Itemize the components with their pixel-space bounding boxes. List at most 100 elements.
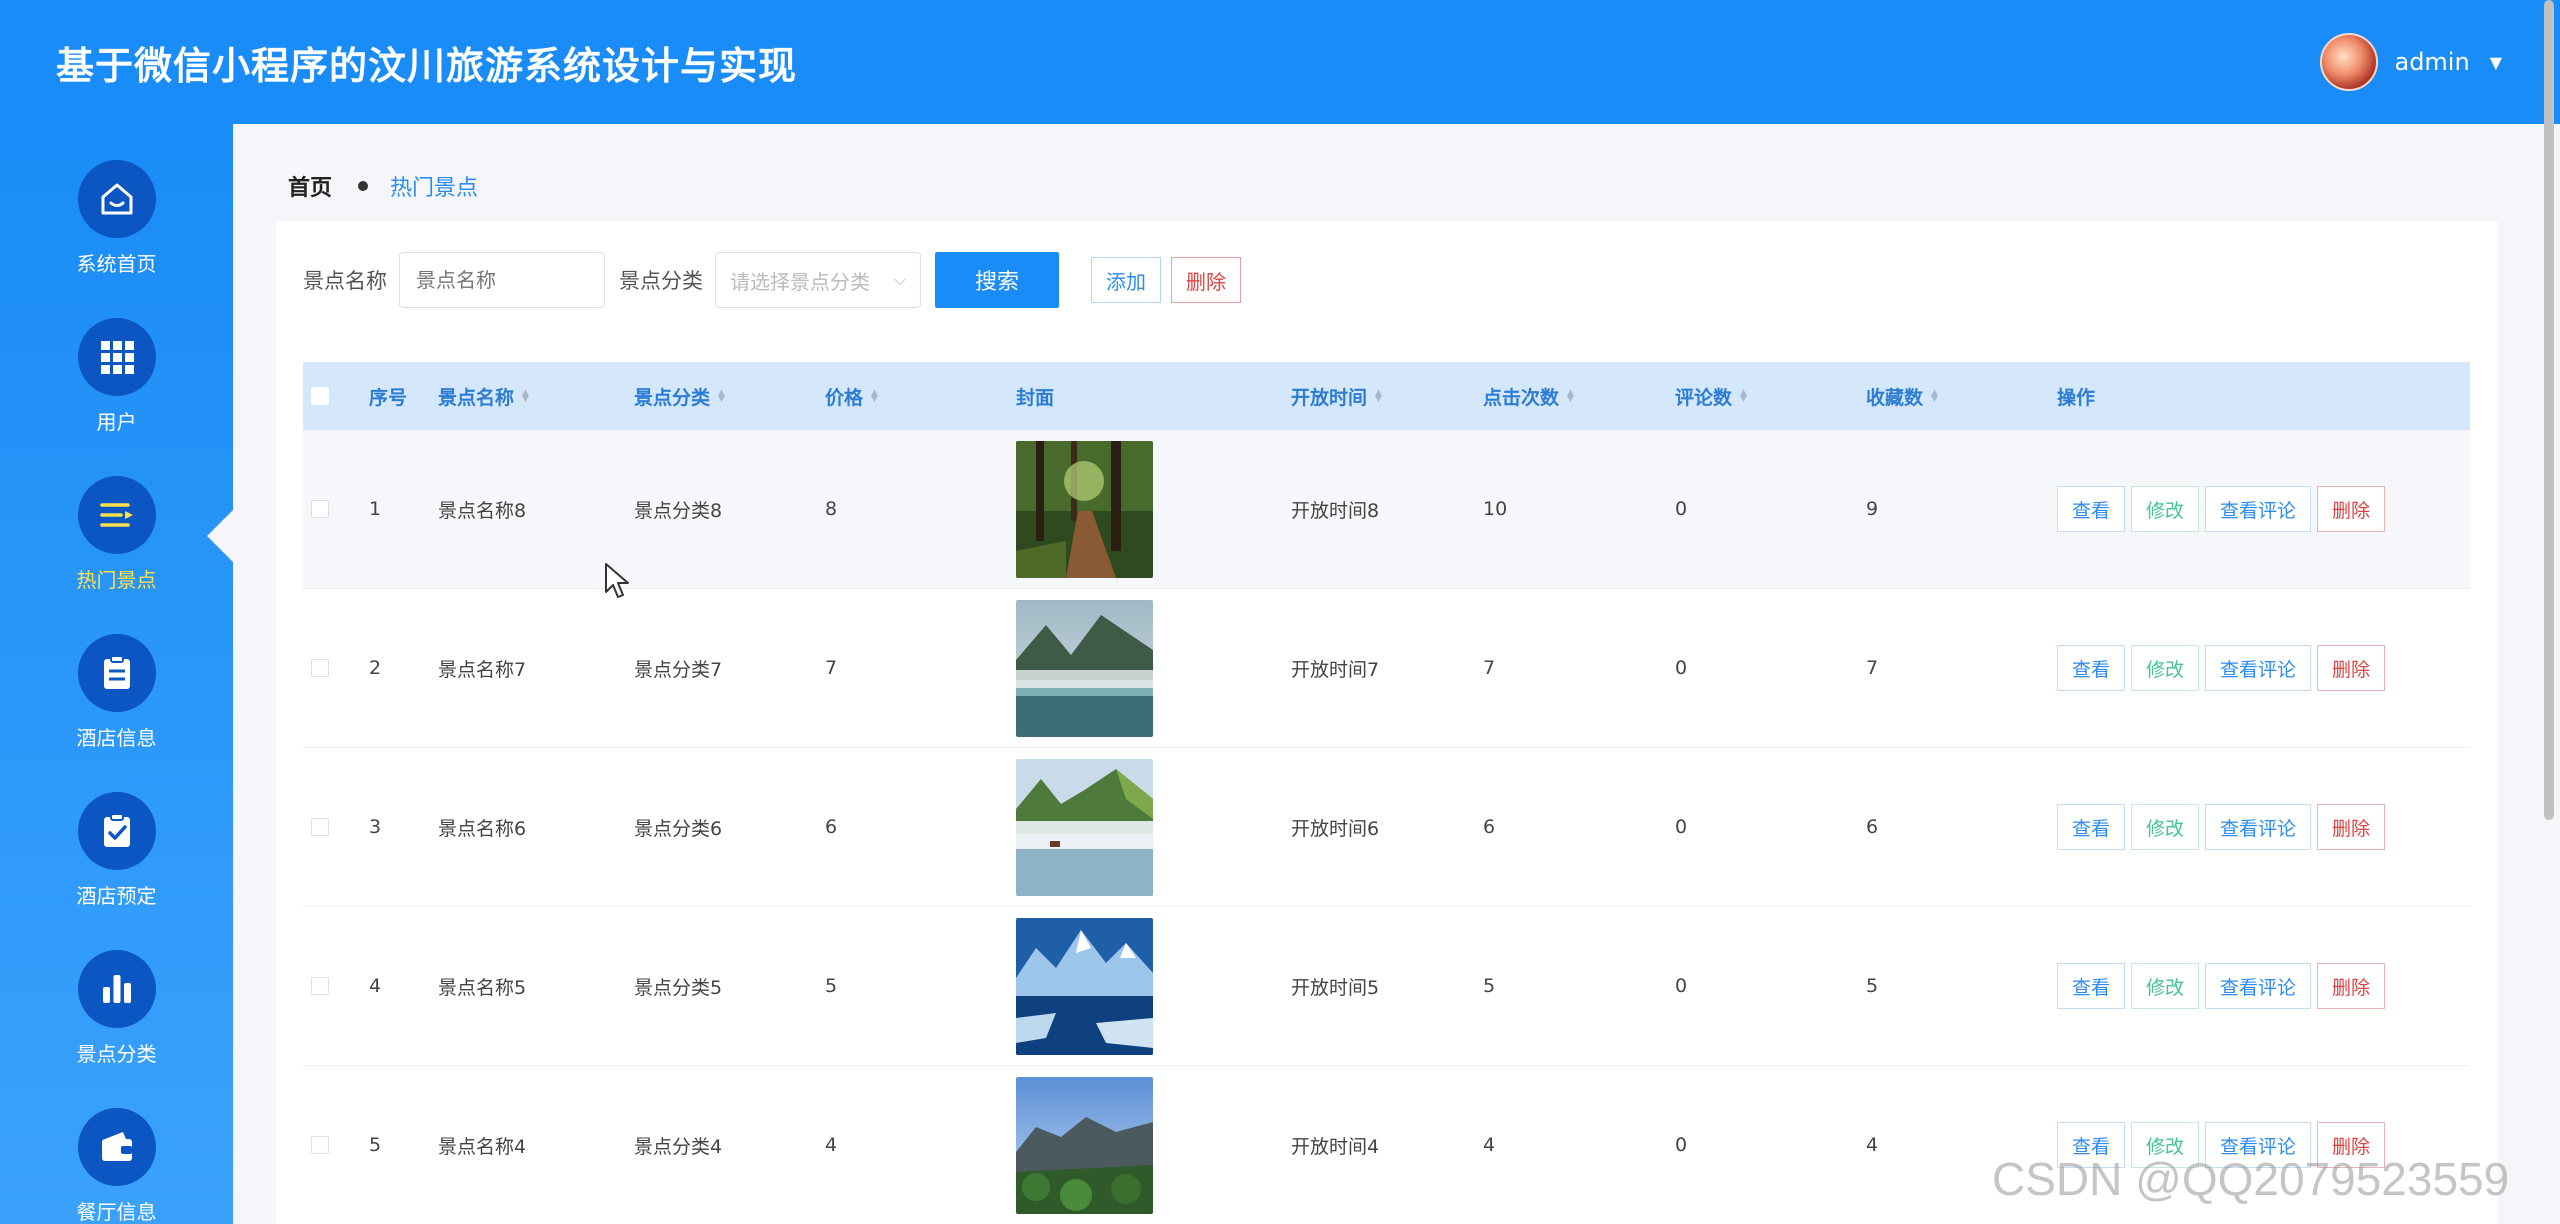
row-checkbox[interactable]	[311, 977, 329, 995]
cover-image[interactable]	[1016, 917, 1153, 1055]
spot-category-label: 景点分类	[619, 269, 703, 293]
row-select[interactable]	[303, 500, 369, 518]
row-clicks: 10	[1483, 498, 1508, 520]
edit-button[interactable]: 修改	[2131, 645, 2200, 691]
sort-icon[interactable]: ▲ ▼	[871, 389, 878, 404]
row-name: 景点名称7	[438, 658, 527, 681]
col-favorites[interactable]: 收藏数 ▲ ▼	[1866, 383, 2057, 410]
sidebar-item-label: 用户	[96, 410, 137, 434]
col-clicks[interactable]: 点击次数 ▲ ▼	[1483, 383, 1675, 410]
edit-button[interactable]: 修改	[2131, 486, 2200, 532]
row-checkbox[interactable]	[311, 818, 329, 836]
row-index: 3	[369, 816, 382, 838]
row-cover	[1016, 440, 1291, 578]
sort-icon[interactable]: ▲ ▼	[1567, 389, 1574, 404]
col-category[interactable]: 景点分类 ▲ ▼	[634, 383, 825, 410]
delete-button[interactable]: 删除	[2317, 963, 2386, 1009]
view-button[interactable]: 查看	[2057, 804, 2126, 850]
view-button[interactable]: 查看	[2057, 963, 2126, 1009]
edit-button[interactable]: 修改	[2131, 963, 2200, 1009]
header-select-all[interactable]	[303, 387, 369, 405]
sort-icon[interactable]: ▲ ▼	[718, 389, 725, 404]
spot-name-input[interactable]	[399, 252, 605, 308]
sidebar-item-hotel-booking[interactable]: 酒店预定	[0, 756, 233, 914]
grid-icon	[77, 318, 156, 396]
row-comments: 0	[1675, 498, 1688, 520]
row-checkbox[interactable]	[311, 659, 329, 677]
delete-button[interactable]: 删除	[2317, 486, 2386, 532]
delete-button[interactable]: 删除	[2317, 804, 2386, 850]
row-name: 景点名称8	[438, 499, 527, 522]
row-open-time: 开放时间4	[1291, 1135, 1380, 1158]
mouse-cursor-icon	[605, 563, 629, 598]
col-comments-label: 评论数	[1675, 386, 1733, 409]
row-open-time: 开放时间8	[1291, 499, 1380, 522]
row-checkbox[interactable]	[311, 500, 329, 518]
row-name: 景点名称6	[438, 817, 527, 840]
sidebar-item-hot-spots[interactable]: 热门景点	[0, 440, 233, 598]
sidebar-item-home[interactable]: 系统首页	[0, 124, 233, 282]
sidebar-item-label: 系统首页	[76, 252, 157, 276]
sidebar-item-restaurant-info[interactable]: 餐厅信息	[0, 1072, 233, 1224]
view-comments-button[interactable]: 查看评论	[2205, 486, 2312, 532]
row-price: 5	[825, 975, 838, 997]
sidebar-item-spot-category[interactable]: 景点分类	[0, 914, 233, 1072]
sort-icon[interactable]: ▲ ▼	[1931, 389, 1938, 404]
select-all-checkbox[interactable]	[311, 387, 329, 405]
search-button[interactable]: 搜索	[935, 252, 1059, 308]
home-icon	[77, 160, 156, 238]
row-checkbox[interactable]	[311, 1136, 329, 1154]
row-category: 景点分类6	[634, 817, 723, 840]
row-cover	[1016, 917, 1291, 1055]
cover-image[interactable]	[1016, 599, 1153, 737]
col-price[interactable]: 价格 ▲ ▼	[825, 383, 1016, 410]
row-actions: 查看 修改 查看评论 删除	[2057, 486, 2457, 532]
sidebar-item-users[interactable]: 用户	[0, 282, 233, 440]
row-comments: 0	[1675, 975, 1688, 997]
page-scrollbar[interactable]	[2544, 0, 2554, 820]
row-category: 景点分类5	[634, 976, 723, 999]
row-clicks: 6	[1483, 816, 1496, 838]
col-open-time[interactable]: 开放时间 ▲ ▼	[1291, 383, 1483, 410]
row-select[interactable]	[303, 1136, 369, 1154]
delete-button[interactable]: 删除	[2317, 645, 2386, 691]
row-select[interactable]	[303, 977, 369, 995]
view-comments-button[interactable]: 查看评论	[2205, 804, 2312, 850]
username[interactable]: admin	[2394, 48, 2469, 76]
col-price-label: 价格	[825, 386, 864, 409]
sort-icon[interactable]: ▲ ▼	[1375, 389, 1382, 404]
row-select[interactable]	[303, 659, 369, 677]
spot-name-label: 景点名称	[303, 269, 387, 293]
breadcrumb-home[interactable]: 首页	[288, 170, 332, 202]
row-clicks: 5	[1483, 975, 1496, 997]
row-cover	[1016, 758, 1291, 896]
col-name[interactable]: 景点名称 ▲ ▼	[438, 383, 634, 410]
edit-button[interactable]: 修改	[2131, 804, 2200, 850]
view-comments-button[interactable]: 查看评论	[2205, 963, 2312, 1009]
sidebar-item-label: 餐厅信息	[76, 1200, 157, 1224]
row-select[interactable]	[303, 818, 369, 836]
cover-image[interactable]	[1016, 1076, 1153, 1214]
watermark: CSDN @QQ2079523559	[1992, 1153, 2510, 1205]
sort-icon[interactable]: ▲ ▼	[1740, 389, 1747, 404]
spot-category-select[interactable]: 请选择景点分类 ⌵	[715, 252, 921, 308]
batch-delete-button[interactable]: 删除	[1171, 257, 1241, 303]
user-menu[interactable]: admin ▼	[2320, 33, 2502, 91]
sidebar-item-hotel-info[interactable]: 酒店信息	[0, 598, 233, 756]
row-favorites: 9	[1866, 498, 1879, 520]
breadcrumb-separator	[358, 181, 369, 191]
view-button[interactable]: 查看	[2057, 486, 2126, 532]
cover-image[interactable]	[1016, 440, 1153, 578]
add-button[interactable]: 添加	[1091, 257, 1161, 303]
avatar[interactable]	[2320, 33, 2379, 91]
cover-image[interactable]	[1016, 758, 1153, 896]
view-button[interactable]: 查看	[2057, 645, 2126, 691]
col-favorites-label: 收藏数	[1866, 386, 1924, 409]
col-comments[interactable]: 评论数 ▲ ▼	[1675, 383, 1866, 410]
row-clicks: 4	[1483, 1134, 1496, 1156]
view-comments-button[interactable]: 查看评论	[2205, 645, 2312, 691]
sort-icon[interactable]: ▲ ▼	[522, 389, 529, 404]
caret-down-icon[interactable]: ▼	[2490, 53, 2502, 72]
table-header: 序号 景点名称 ▲ ▼ 景点分类 ▲ ▼ 价格 ▲ ▼ 封面 开放时间 ▲ ▼ 点击次数 ▲ ▼ 评…	[303, 362, 2470, 430]
table-row: 3 景点名称6 景点分类6 6 开放时间6 6 0 6 查看 修改 查看评论 删…	[303, 748, 2470, 907]
